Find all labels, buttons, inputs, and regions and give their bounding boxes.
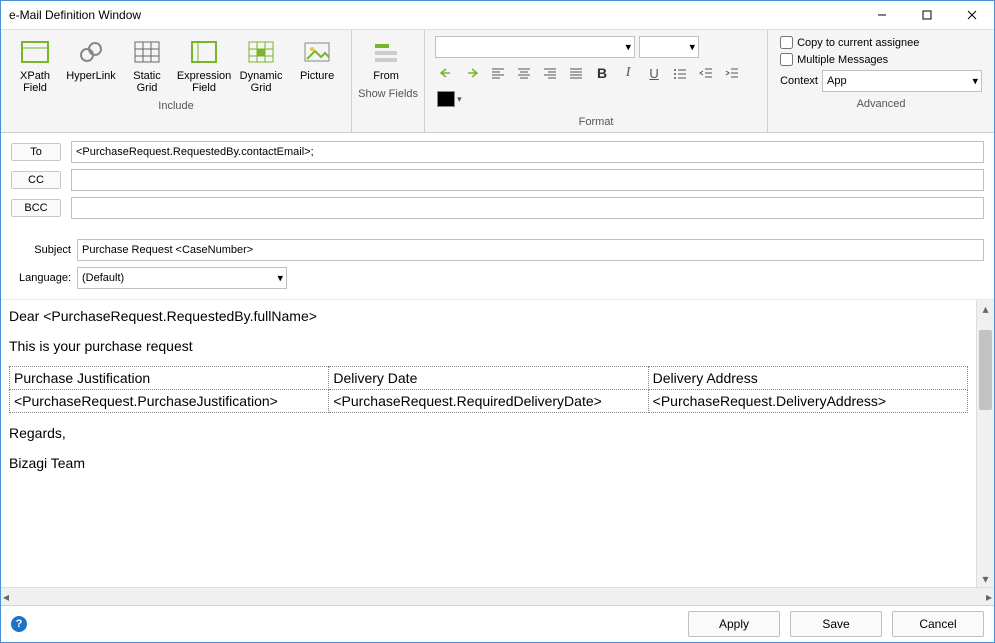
cc-input[interactable]: [71, 169, 984, 191]
include-row: XPath Field HyperLink Static Grid: [7, 34, 345, 96]
expression-field-button[interactable]: Expression Field: [175, 34, 233, 96]
color-swatch: [437, 91, 455, 107]
table-row: <PurchaseRequest.PurchaseJustification> …: [10, 390, 968, 413]
body-line: Regards,: [9, 423, 968, 443]
hyperlink-icon: [75, 36, 107, 68]
chevron-down-icon: ▾: [972, 75, 978, 88]
multiple-messages-checkbox[interactable]: Multiple Messages: [780, 53, 982, 66]
copy-assignee-checkbox[interactable]: Copy to current assignee: [780, 36, 982, 49]
scroll-right-icon[interactable]: ▸: [986, 590, 992, 604]
from-icon: [370, 36, 402, 68]
window: e-Mail Definition Window XPath Field: [0, 0, 995, 643]
header-fields: To <PurchaseRequest.RequestedBy.contactE…: [1, 133, 994, 299]
scroll-left-icon[interactable]: ◂: [3, 590, 9, 604]
context-combo[interactable]: App ▾: [822, 70, 982, 92]
scroll-down-icon[interactable]: ▾: [977, 570, 994, 587]
font-size-combo[interactable]: ▾: [639, 36, 699, 58]
help-icon[interactable]: ?: [11, 616, 27, 632]
window-buttons: [859, 1, 994, 29]
window-title: e-Mail Definition Window: [9, 8, 859, 22]
apply-button[interactable]: Apply: [688, 611, 780, 637]
picture-icon: [301, 36, 333, 68]
ribbon-group-showfields: From Show Fields: [352, 30, 425, 132]
indent-button[interactable]: [721, 62, 743, 84]
vertical-scrollbar[interactable]: ▴ ▾: [976, 300, 994, 587]
save-button[interactable]: Save: [790, 611, 882, 637]
scroll-thumb[interactable]: [979, 330, 992, 410]
xpath-field-button[interactable]: XPath Field: [7, 34, 63, 96]
chevron-down-icon: ▾: [626, 41, 632, 54]
static-grid-icon: [131, 36, 163, 68]
align-center-button[interactable]: [513, 62, 535, 84]
cc-button[interactable]: CC: [11, 171, 61, 189]
italic-button[interactable]: I: [617, 62, 639, 84]
bold-button[interactable]: B: [591, 62, 613, 84]
font-color-button[interactable]: ▾: [435, 88, 464, 110]
underline-button[interactable]: U: [643, 62, 665, 84]
maximize-button[interactable]: [904, 1, 949, 29]
footer: ? Apply Save Cancel: [1, 605, 994, 642]
hyperlink-button[interactable]: HyperLink: [63, 34, 119, 84]
expression-field-icon: [188, 36, 220, 68]
align-right-button[interactable]: [539, 62, 561, 84]
body-line: This is your purchase request: [9, 336, 968, 356]
dynamic-grid-button[interactable]: Dynamic Grid: [233, 34, 289, 96]
outdent-button[interactable]: [695, 62, 717, 84]
chevron-down-icon: ▾: [277, 272, 283, 285]
titlebar: e-Mail Definition Window: [1, 1, 994, 29]
editor-area: Dear <PurchaseRequest.RequestedBy.fullNa…: [1, 299, 994, 587]
ribbon-group-include: XPath Field HyperLink Static Grid: [1, 30, 352, 132]
subject-input[interactable]: Purchase Request <CaseNumber>: [77, 239, 984, 261]
cancel-button[interactable]: Cancel: [892, 611, 984, 637]
ribbon-group-format: ▾ ▾ B I U: [425, 30, 768, 132]
language-combo[interactable]: (Default) ▾: [77, 267, 287, 289]
to-input[interactable]: <PurchaseRequest.RequestedBy.contactEmai…: [71, 141, 984, 163]
ribbon-group-advanced: Copy to current assignee Multiple Messag…: [768, 30, 994, 132]
subject-label: Subject: [11, 244, 77, 256]
align-justify-button[interactable]: [565, 62, 587, 84]
advanced-group-label: Advanced: [774, 94, 988, 112]
format-group-label: Format: [431, 112, 761, 130]
static-grid-button[interactable]: Static Grid: [119, 34, 175, 96]
table-row: Purchase Justification Delivery Date Del…: [10, 367, 968, 390]
chevron-down-icon: ▾: [457, 94, 462, 105]
body-line: Dear <PurchaseRequest.RequestedBy.fullNa…: [9, 306, 968, 326]
chevron-down-icon: ▾: [690, 41, 696, 54]
bullet-list-button[interactable]: [669, 62, 691, 84]
redo-button[interactable]: [461, 62, 483, 84]
close-button[interactable]: [949, 1, 994, 29]
undo-button[interactable]: [435, 62, 457, 84]
bcc-button[interactable]: BCC: [11, 199, 61, 217]
scroll-up-icon[interactable]: ▴: [977, 300, 994, 317]
minimize-button[interactable]: [859, 1, 904, 29]
picture-button[interactable]: Picture: [289, 34, 345, 84]
body-line: Bizagi Team: [9, 453, 968, 473]
context-label: Context: [780, 75, 818, 87]
xpath-field-icon: [19, 36, 51, 68]
language-label: Language:: [11, 272, 77, 284]
dynamic-grid-icon: [245, 36, 277, 68]
align-left-button[interactable]: [487, 62, 509, 84]
font-family-combo[interactable]: ▾: [435, 36, 635, 58]
ribbon: XPath Field HyperLink Static Grid: [1, 29, 994, 133]
include-group-label: Include: [7, 96, 345, 114]
bcc-input[interactable]: [71, 197, 984, 219]
horizontal-scrollbar[interactable]: ◂ ▸: [1, 587, 994, 605]
email-body-editor[interactable]: Dear <PurchaseRequest.RequestedBy.fullNa…: [1, 300, 976, 587]
from-button[interactable]: From: [358, 34, 414, 84]
showfields-group-label: Show Fields: [358, 84, 418, 102]
body-table[interactable]: Purchase Justification Delivery Date Del…: [9, 366, 968, 413]
to-button[interactable]: To: [11, 143, 61, 161]
